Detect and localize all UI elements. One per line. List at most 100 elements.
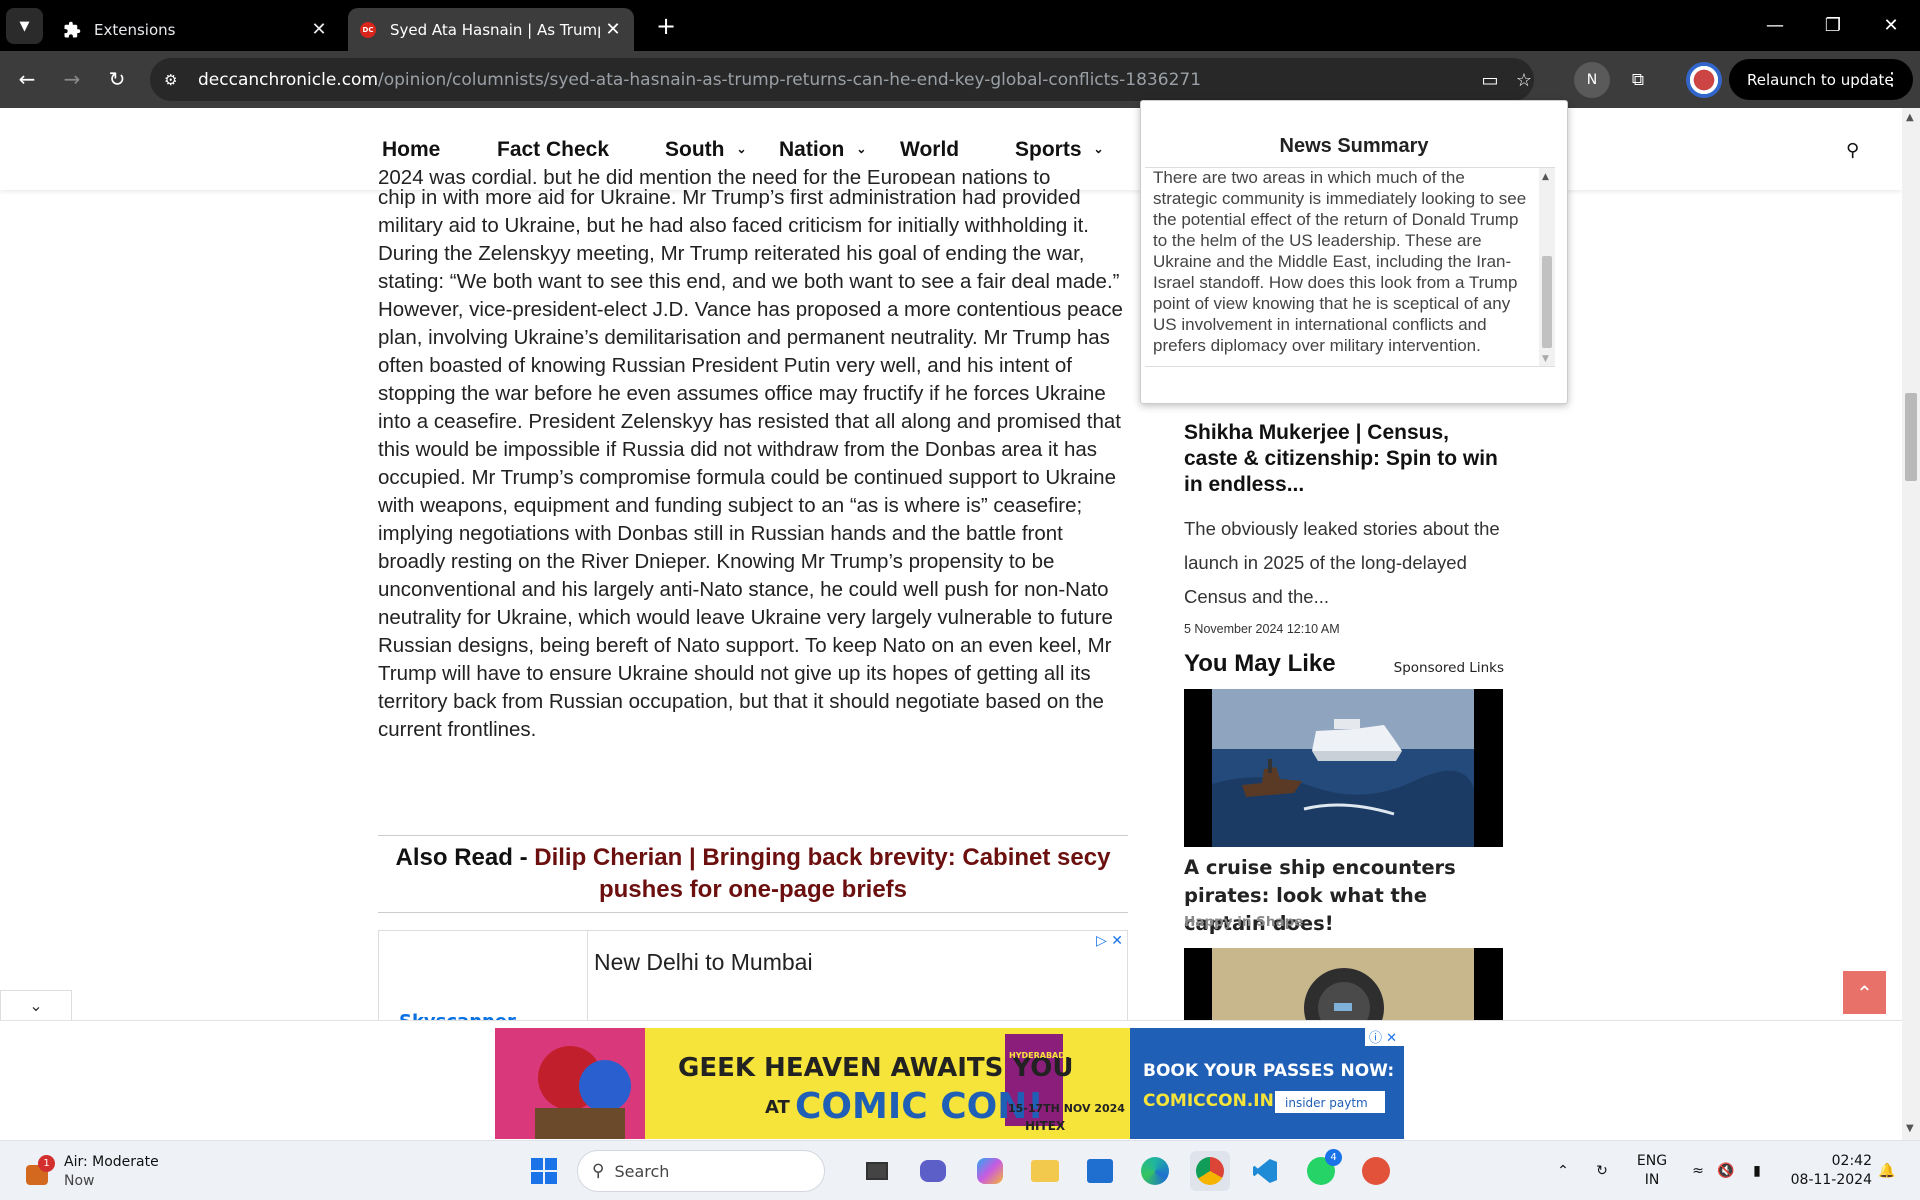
story-date: 5 November 2024 12:10 AM <box>1184 622 1340 636</box>
svg-text:COMICCON.IN: COMICCON.IN <box>1143 1091 1274 1111</box>
sync-icon[interactable]: ↻ <box>1588 1141 1616 1200</box>
relaunch-to-update-button[interactable]: Relaunch to update ⋮ <box>1729 59 1913 100</box>
dc-favicon: DC <box>358 20 378 40</box>
show-hidden-icons-icon[interactable]: ⌃ <box>1552 1141 1574 1200</box>
edge-icon[interactable] <box>1135 1151 1175 1191</box>
story-title[interactable]: Shikha Mukerjee | Census, caste & citize… <box>1184 420 1504 498</box>
tab-extensions[interactable]: Extensions ✕ <box>52 8 340 51</box>
address-bar[interactable]: ⚙ deccanchronicle.com/opinion/columnists… <box>150 58 1534 101</box>
restore-button[interactable]: ❐ <box>1804 0 1862 51</box>
article-body: 2024 was cordial, but he did mention the… <box>378 166 1126 744</box>
promo-image[interactable] <box>1184 689 1503 847</box>
article-paragraph: chip in with more aid for Ukraine. Mr Tr… <box>378 186 1123 741</box>
page-scrollbar[interactable]: ▲ ▼ <box>1902 108 1920 1140</box>
chevron-down-icon: ⌄ <box>29 996 43 1015</box>
chevron-down-icon: ▼ <box>19 18 30 34</box>
file-explorer-icon[interactable] <box>1025 1151 1065 1191</box>
chevron-up-icon: ⌃ <box>1856 980 1873 1005</box>
scroll-up-icon[interactable]: ▲ <box>1542 172 1549 182</box>
search-icon[interactable]: ⚲ <box>1846 140 1859 161</box>
promo-thumbnail <box>1212 948 1474 1022</box>
svg-text:BOOK YOUR PASSES NOW:: BOOK YOUR PASSES NOW: <box>1143 1061 1394 1081</box>
extensions-puzzle-icon[interactable]: ⧉ <box>1620 62 1656 98</box>
you-may-like-header: You May Like Sponsored Links <box>1184 650 1504 678</box>
svg-text:ⓘ ✕: ⓘ ✕ <box>1369 1031 1397 1046</box>
nav-nation[interactable]: Nation ⌄ <box>779 138 866 162</box>
tab-search-button[interactable]: ▼ <box>6 8 43 44</box>
notification-bell-icon[interactable]: 🔔 <box>1874 1141 1900 1200</box>
popup-scroll-thumb[interactable] <box>1542 256 1552 348</box>
comic-con-banner-ad[interactable]: GEEK HEAVEN AWAITS YOU AT COMIC CON! HYD… <box>495 1028 1404 1139</box>
back-button[interactable]: ← <box>10 62 44 96</box>
scroll-down-icon[interactable]: ▼ <box>1542 354 1549 364</box>
vscode-icon[interactable] <box>1245 1151 1285 1191</box>
input-language[interactable]: ENG IN <box>1628 1141 1676 1200</box>
news-summary-popup: News Summary There are two areas in whic… <box>1140 100 1568 404</box>
minimize-button[interactable]: — <box>1746 0 1804 51</box>
microsoft-store-icon[interactable] <box>1080 1151 1120 1191</box>
windows-taskbar: 1 Air: Moderate Now ⚲ Search 4 ⌃ ↻ ENG I… <box>0 1140 1920 1200</box>
popup-title: News Summary <box>1279 135 1429 157</box>
nav-home[interactable]: Home <box>382 138 440 162</box>
volume-muted-icon[interactable]: 🔇 <box>1714 1141 1738 1200</box>
chrome-icon[interactable] <box>1190 1151 1230 1191</box>
article-partial-line: 2024 was cordial, but he did mention the… <box>378 166 1051 184</box>
forward-button[interactable]: → <box>55 62 89 96</box>
collapse-ad-button[interactable]: ⌄ <box>0 990 72 1020</box>
new-tab-button[interactable]: + <box>650 10 682 42</box>
adchoices-icon[interactable]: ▷ ✕ <box>1096 933 1123 949</box>
promo-image-2[interactable] <box>1184 948 1503 1022</box>
svg-text:HYDERABAD COMIC CON: HYDERABAD COMIC CON <box>1009 1051 1119 1060</box>
sidebar-story[interactable]: Shikha Mukerjee | Census, caste & citize… <box>1184 420 1504 636</box>
svg-text:HITEX: HITEX <box>1025 1119 1066 1133</box>
whatsapp-icon[interactable]: 4 <box>1301 1149 1342 1191</box>
air-quality-icon: 1 <box>24 1155 55 1187</box>
wifi-icon[interactable]: ≈ <box>1686 1141 1710 1200</box>
back-to-top-button[interactable]: ⌃ <box>1843 971 1886 1014</box>
also-read-link[interactable]: Dilip Cherian | Bringing back brevity: C… <box>534 844 1110 903</box>
weather-widget[interactable]: 1 Air: Moderate Now <box>24 1153 159 1191</box>
sponsored-links[interactable]: Sponsored Links <box>1394 660 1504 676</box>
nav-world[interactable]: World <box>900 138 959 162</box>
tab-title: Extensions <box>94 20 176 39</box>
teams-chat-icon[interactable] <box>913 1151 953 1191</box>
close-window-button[interactable]: ✕ <box>1862 0 1920 51</box>
chevron-down-icon: ⌄ <box>736 142 747 156</box>
page-scroll-thumb[interactable] <box>1905 393 1917 481</box>
clock[interactable]: 02:42 08-11-2024 <box>1782 1141 1872 1200</box>
promo-source: Happy in Shape <box>1184 914 1304 930</box>
copilot-icon[interactable] <box>970 1151 1010 1191</box>
profile-avatar[interactable] <box>1686 62 1722 98</box>
more-menu-icon[interactable]: ⋮ <box>1883 69 1901 90</box>
url-text: deccanchronicle.com/opinion/columnists/s… <box>198 69 1202 90</box>
skyscanner-ad[interactable]: New Delhi to Mumbai ▷ ✕ Skyscanner <box>378 930 1128 1025</box>
close-tab-icon[interactable]: ✕ <box>306 19 332 40</box>
windows-start-icon[interactable] <box>524 1151 564 1191</box>
extension-n-icon[interactable]: N <box>1574 62 1610 98</box>
tab-strip: ▼ Extensions ✕ DC Syed Ata Hasnain | As … <box>0 0 1920 51</box>
taskbar-search[interactable]: ⚲ Search <box>577 1150 825 1192</box>
nav-sports[interactable]: Sports ⌄ <box>1015 138 1104 162</box>
tab-article[interactable]: DC Syed Ata Hasnain | As Trump re ✕ <box>348 8 634 51</box>
bookmark-star-icon[interactable]: ☆ <box>1511 68 1537 92</box>
scroll-down-icon[interactable]: ▼ <box>1906 1123 1914 1134</box>
also-read-box: Also Read - Dilip Cherian | Bringing bac… <box>378 835 1128 913</box>
popup-scrollbar[interactable]: ▲ ▼ <box>1539 168 1555 366</box>
battery-icon[interactable]: ▮ <box>1744 1141 1770 1200</box>
reload-button[interactable]: ↻ <box>100 62 134 96</box>
nav-fact-check[interactable]: Fact Check <box>497 138 609 162</box>
nav-south[interactable]: South ⌄ <box>665 138 747 162</box>
cruise-ship-image <box>1212 689 1474 847</box>
task-view-icon[interactable] <box>857 1151 897 1191</box>
site-info-icon[interactable]: ⚙ <box>164 71 186 89</box>
wps-office-icon[interactable] <box>1356 1151 1396 1191</box>
comic-con-banner: GEEK HEAVEN AWAITS YOU AT COMIC CON! HYD… <box>495 1028 1404 1139</box>
close-tab-icon[interactable]: ✕ <box>600 19 626 40</box>
story-description: The obviously leaked stories about the l… <box>1184 518 1500 607</box>
svg-text:15-17TH NOV 2024: 15-17TH NOV 2024 <box>1008 1102 1125 1115</box>
popup-body[interactable]: There are two areas in which much of the… <box>1145 167 1555 367</box>
install-app-icon[interactable]: ▭ <box>1477 68 1503 92</box>
scroll-up-icon[interactable]: ▲ <box>1906 112 1914 123</box>
popup-text: There are two areas in which much of the… <box>1153 168 1527 355</box>
chevron-down-icon: ⌄ <box>1093 142 1104 156</box>
